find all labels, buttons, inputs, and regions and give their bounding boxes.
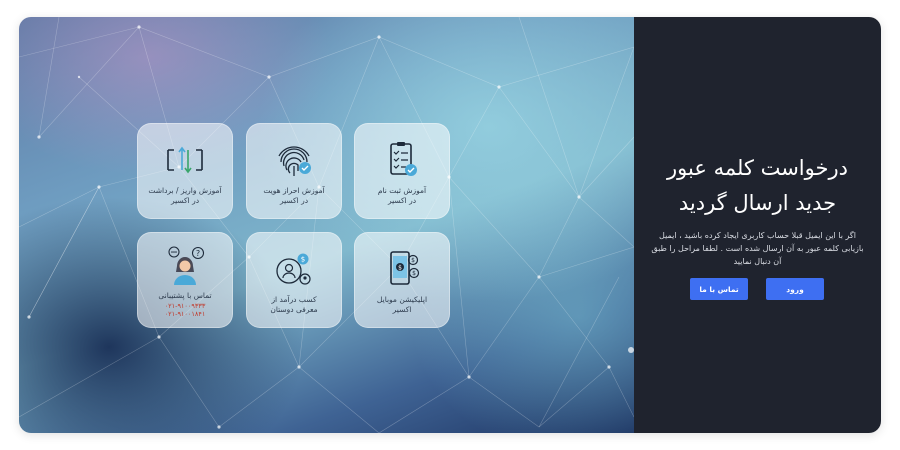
message-panel: درخواست کلمه عبور جدید ارسال گردید اگر ب… <box>634 17 881 433</box>
referral-users-icon: $ <box>276 253 311 285</box>
tile-referral-income[interactable]: $ کسب درآمد از معرفی دوستان <box>246 232 342 328</box>
title-line-1: درخواست کلمه عبور <box>667 156 848 180</box>
svg-text:?: ? <box>196 249 200 258</box>
tile-label: آموزش ثبت نام در اکسیر <box>377 186 427 205</box>
tile-label: کسب درآمد از معرفی دوستان <box>270 295 318 314</box>
password-reset-card: آموزش ثبت نام در اکسیر آموزش احراز هویت … <box>19 17 881 433</box>
title-line-2: جدید ارسال گردید <box>678 191 837 215</box>
hero-panel: آموزش ثبت نام در اکسیر آموزش احراز هویت … <box>19 17 634 433</box>
reset-description: اگر با این ایمیل قبلا حساب کاربری ایجاد … <box>651 231 864 266</box>
fingerprint-icon <box>278 146 311 176</box>
tile-contact-support[interactable]: ? تماس با پشتیبانی ۰۲۱-۹۱۰۰۹۳۳۳ ۰۲۱-۹۱۰۰… <box>137 232 233 328</box>
tile-label: آموزش احراز هویت در اکسیر <box>263 186 325 205</box>
tile-label: اپلیکیشن موبایل اکسیر <box>376 295 428 314</box>
tile-label: تماس با پشتیبانی <box>158 291 212 300</box>
page-title: درخواست کلمه عبور جدید ارسال گردید <box>652 151 863 221</box>
svg-text:$: $ <box>412 270 416 277</box>
mobile-payment-icon: $ $ $ <box>390 251 420 285</box>
tile-mobile-app[interactable]: $ $ $ اپلیکیشن موبایل اکسیر <box>354 232 450 328</box>
contact-us-button[interactable]: تماس با ما <box>690 278 748 300</box>
support-agent-icon: ? <box>168 246 205 285</box>
svg-text:$: $ <box>398 265 402 272</box>
login-button[interactable]: ورود <box>766 278 824 300</box>
tile-deposit-withdraw-tutorial[interactable]: آموزش واریز / برداشت در اکسیر <box>137 123 233 219</box>
svg-text:$: $ <box>411 257 415 264</box>
tile-kyc-tutorial[interactable]: آموزش احراز هویت در اکسیر <box>246 123 342 219</box>
support-phone-numbers: ۰۲۱-۹۱۰۰۹۳۳۳ ۰۲۱-۹۱۰۰۱۸۴۱ <box>164 302 206 318</box>
network-background <box>19 17 634 433</box>
svg-text:$: $ <box>301 256 305 264</box>
tile-label: آموزش واریز / برداشت در اکسیر <box>148 186 222 205</box>
tile-register-tutorial[interactable]: آموزش ثبت نام در اکسیر <box>354 123 450 219</box>
wallet-transfer-icon <box>167 146 203 174</box>
checklist-icon <box>390 142 417 176</box>
